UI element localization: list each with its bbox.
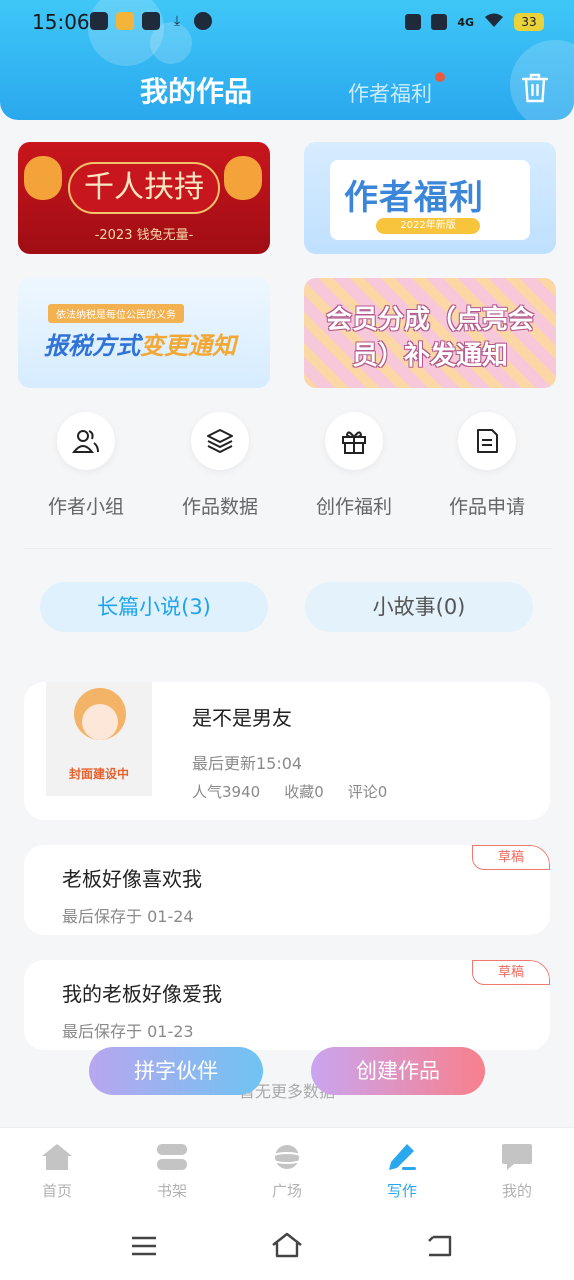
status-bar: 15:06 ⤓ 4G 33 [0, 0, 574, 44]
banner-welfare-title: 作者福利 [344, 178, 484, 218]
nav-home[interactable]: 首页 [17, 1142, 97, 1201]
work-title: 是不是男友 [192, 706, 292, 730]
document-icon [458, 412, 516, 470]
quick-author-group[interactable]: 作者小组 [16, 412, 156, 519]
network-label: 4G [457, 15, 474, 29]
nav-mine[interactable]: 我的 [477, 1142, 557, 1201]
chat-icon [500, 1142, 534, 1172]
quick-work-data[interactable]: 作品数据 [150, 412, 290, 519]
divider [24, 548, 552, 549]
draft-title: 老板好像喜欢我 [62, 867, 202, 891]
tab-short-story[interactable]: 小故事(0) [305, 582, 533, 632]
work-stats: 人气3940 收藏0 评论0 [192, 781, 387, 802]
tab-author-welfare[interactable]: 作者福利 [348, 78, 432, 108]
vibrate-icon [405, 14, 422, 30]
stat-popularity: 人气3940 [192, 783, 261, 801]
header: 15:06 ⤓ 4G 33 我的作品 作者福利 [0, 0, 574, 120]
home-button-icon[interactable] [271, 1231, 303, 1263]
bottom-nav: 首页 书架 广场 写作 我的 [0, 1127, 574, 1217]
work-updated: 最后更新15:04 [192, 754, 303, 773]
planet-icon [270, 1142, 304, 1172]
menu-icon[interactable] [131, 1235, 157, 1261]
banner-support-title: 千人扶持 [68, 162, 220, 214]
draft-badge: 草稿 [472, 845, 550, 870]
draft-saved: 最后保存于 01-24 [62, 907, 194, 926]
create-work-button[interactable]: 创建作品 [311, 1047, 485, 1095]
draft-card[interactable]: 我的老板好像爱我 最后保存于 01-23 草稿 [24, 960, 550, 1050]
nav-write[interactable]: 写作 [362, 1142, 442, 1201]
no-more-data: 暂无更多数据 [238, 1082, 335, 1101]
page-title[interactable]: 我的作品 [140, 70, 252, 110]
download-icon: ⤓ [173, 13, 181, 29]
banner-tax-title: 报税方式变更通知 [44, 332, 236, 360]
back-icon[interactable] [425, 1233, 453, 1263]
banner-author-welfare[interactable]: 作者福利 2022年新版 [304, 142, 556, 254]
gift-icon [325, 412, 383, 470]
quick-creation-welfare[interactable]: 创作福利 [284, 412, 424, 519]
wifi-icon [484, 12, 504, 32]
tab-long-novel[interactable]: 长篇小说(3) [40, 582, 268, 632]
work-cover: 封面建设中 [46, 682, 152, 796]
stat-comments: 评论0 [347, 783, 388, 801]
cover-label: 封面建设中 [68, 767, 129, 781]
banner-welfare-pill: 2022年新版 [376, 218, 480, 234]
status-time: 15:06 [32, 10, 90, 34]
partner-button[interactable]: 拼字伙伴 [89, 1047, 263, 1095]
banner-support[interactable]: 千人扶持 -2023 钱兔无量- [18, 142, 270, 254]
banner-tax-tag: 依法纳税是每位公民的义务 [48, 304, 184, 323]
lantern-icon [24, 156, 62, 200]
banner-member-title: 会员分成（点亮会 员）补发通知 [325, 305, 534, 371]
draft-saved: 最后保存于 01-23 [62, 1022, 194, 1041]
quick-work-application[interactable]: 作品申请 [417, 412, 557, 519]
draft-title: 我的老板好像爱我 [62, 982, 222, 1006]
notification-dot [435, 72, 445, 82]
mail-icon [142, 12, 160, 30]
nav-plaza[interactable]: 广场 [247, 1142, 327, 1201]
compass-icon [194, 12, 212, 30]
users-icon [57, 412, 115, 470]
nav-bookshelf[interactable]: 书架 [132, 1142, 212, 1201]
bookshelf-icon [155, 1142, 189, 1172]
system-nav-bar [0, 1217, 574, 1280]
lantern-icon [224, 156, 262, 200]
banner-support-subtitle: -2023 钱兔无量- [94, 228, 194, 243]
hd-icon [431, 14, 448, 30]
banner-member-share[interactable]: 会员分成（点亮会 员）补发通知 [304, 278, 556, 388]
draft-card[interactable]: 老板好像喜欢我 最后保存于 01-24 草稿 [24, 845, 550, 935]
trash-icon[interactable] [520, 72, 550, 104]
banner-tax-notice[interactable]: 依法纳税是每位公民的义务 报税方式变更通知 [18, 278, 270, 388]
home-icon [40, 1142, 74, 1172]
work-card[interactable]: 封面建设中 是不是男友 最后更新15:04 人气3940 收藏0 评论0 [24, 682, 550, 820]
pen-icon [385, 1142, 419, 1172]
draft-badge: 草稿 [472, 960, 550, 985]
app-notification-icon [116, 12, 134, 30]
battery-icon: 33 [514, 13, 544, 31]
stat-favorites: 收藏0 [284, 783, 324, 801]
app-notification-icon [90, 12, 108, 30]
layers-icon [191, 412, 249, 470]
